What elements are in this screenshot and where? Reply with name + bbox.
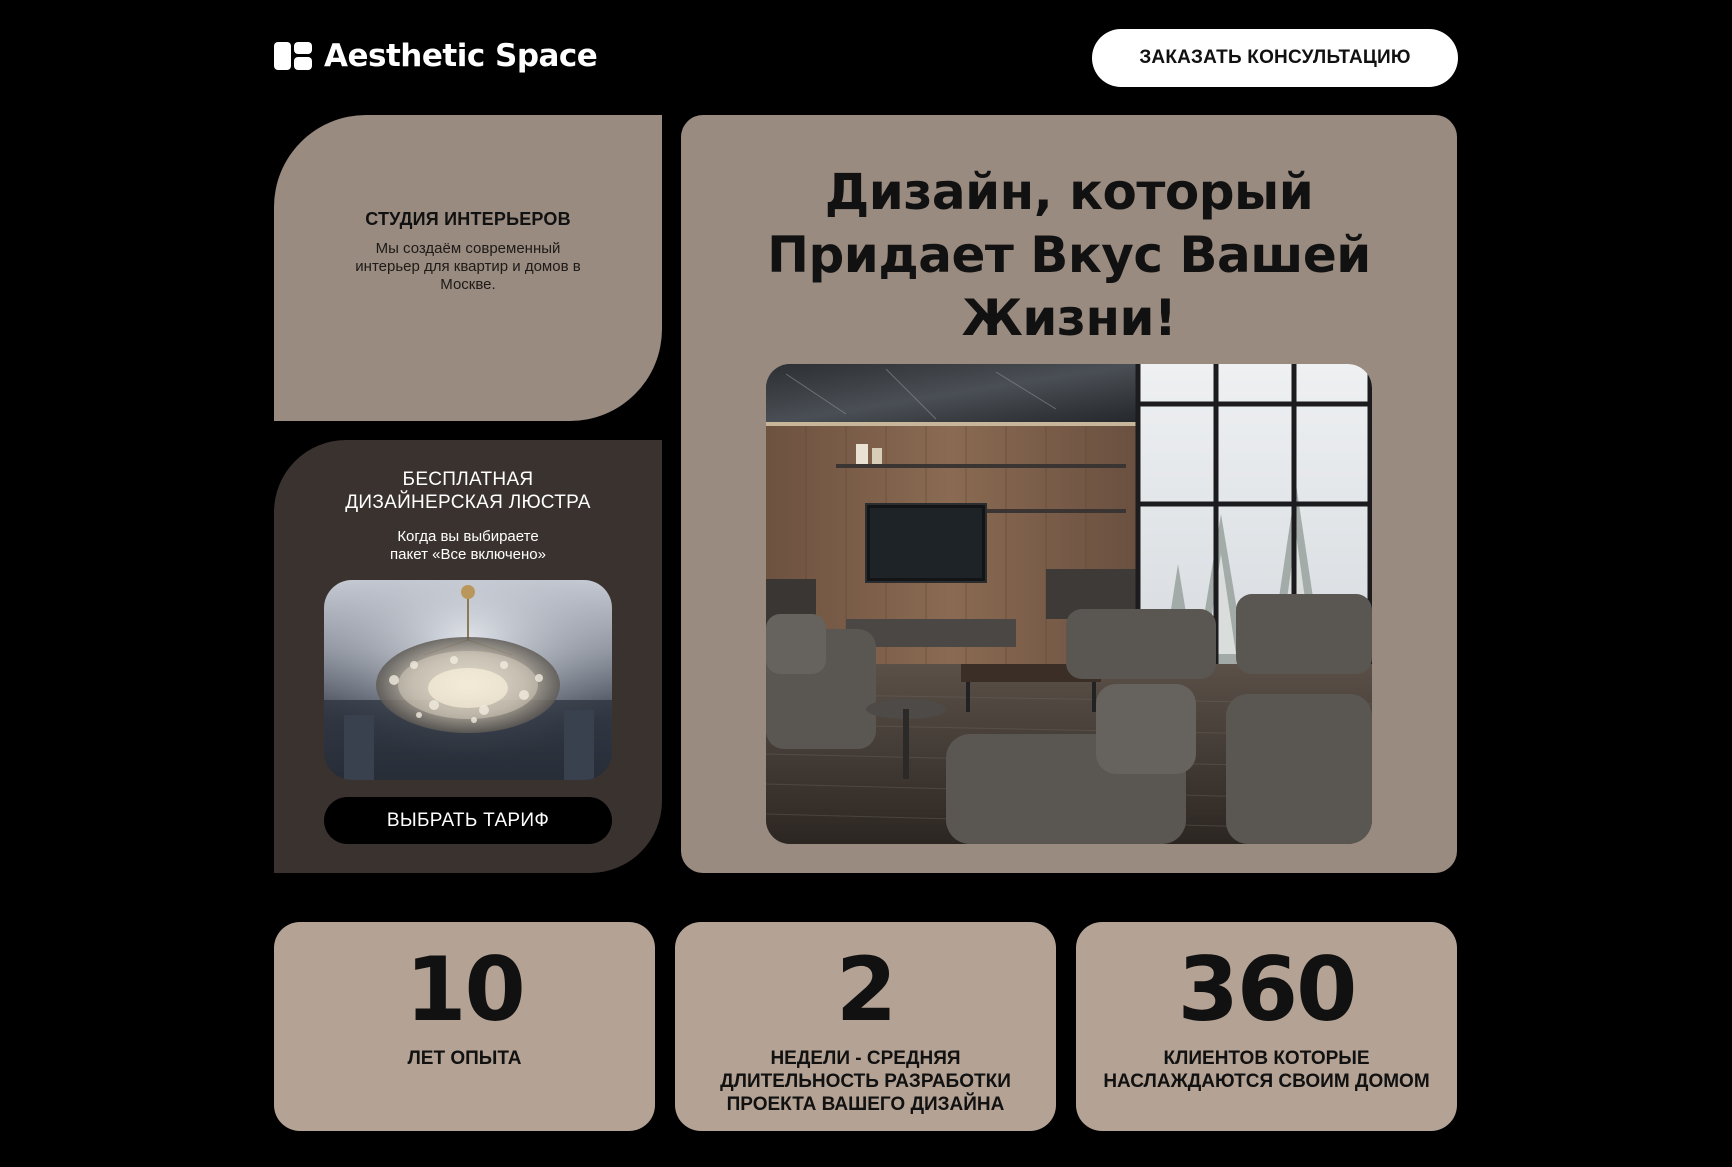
- stat-number: 360: [1177, 938, 1358, 1041]
- promo-title-line: ДИЗАЙНЕРСКАЯ ЛЮСТРА: [345, 492, 591, 513]
- stat-label: НЕДЕЛИ - СРЕДНЯЯ ДЛИТЕЛЬНОСТЬ РАЗРАБОТКИ…: [675, 1047, 1056, 1116]
- stat-label-line: ДЛИТЕЛЬНОСТЬ РАЗРАБОТКИ: [720, 1071, 1011, 1092]
- living-room-illustration: [766, 364, 1372, 844]
- hero-card: Дизайн, который Придает Вкус Вашей Жизни…: [681, 115, 1457, 873]
- choose-tariff-button[interactable]: ВЫБРАТЬ ТАРИФ: [324, 797, 612, 844]
- brand-name: Aesthetic Space: [324, 38, 598, 74]
- stat-label-line: ЛЕТ ОПЫТА: [407, 1048, 522, 1069]
- studio-title: СТУДИЯ ИНТЕРЬЕРОВ: [365, 208, 571, 229]
- stat-card-clients: 360 КЛИЕНТОВ КОТОРЫЕ НАСЛАЖДАЮТСЯ СВОИМ …: [1076, 922, 1457, 1131]
- hero-title-line: Придает Вкус Вашей: [767, 226, 1371, 284]
- stat-label-line: НАСЛАЖДАЮТСЯ СВОИМ ДОМОМ: [1103, 1071, 1430, 1092]
- chandelier-photo: [324, 580, 612, 780]
- stat-number: 10: [405, 938, 525, 1041]
- stat-label-line: КЛИЕНТОВ КОТОРЫЕ: [1163, 1048, 1370, 1069]
- living-room-photo: [766, 364, 1372, 844]
- order-consultation-button[interactable]: ЗАКАЗАТЬ КОНСУЛЬТАЦИЮ: [1092, 29, 1458, 87]
- hero-title: Дизайн, который Придает Вкус Вашей Жизни…: [681, 161, 1457, 350]
- stat-label-line: НЕДЕЛИ - СРЕДНЯЯ: [770, 1048, 961, 1069]
- chandelier-illustration: [324, 580, 612, 780]
- stat-card-duration: 2 НЕДЕЛИ - СРЕДНЯЯ ДЛИТЕЛЬНОСТЬ РАЗРАБОТ…: [675, 922, 1056, 1131]
- brand-logo[interactable]: Aesthetic Space: [274, 38, 598, 74]
- promo-description-line: Когда вы выбираете: [397, 528, 539, 545]
- promo-title-line: БЕСПЛАТНАЯ: [402, 469, 534, 490]
- studio-description: Мы создаём современный интерьер для квар…: [355, 239, 581, 293]
- studio-card: СТУДИЯ ИНТЕРЬЕРОВ Мы создаём современный…: [274, 115, 662, 421]
- promo-description-line: пакет «Все включено»: [390, 546, 546, 563]
- stat-number: 2: [835, 938, 897, 1041]
- hero-title-line: Дизайн, который: [824, 163, 1314, 221]
- hero-title-line: Жизни!: [961, 289, 1177, 347]
- promo-description: Когда вы выбираете пакет «Все включено»: [274, 528, 662, 564]
- promo-card: БЕСПЛАТНАЯ ДИЗАЙНЕРСКАЯ ЛЮСТРА Когда вы …: [274, 440, 662, 873]
- stat-label-line: ПРОЕКТА ВАШЕГО ДИЗАЙНА: [726, 1094, 1005, 1115]
- stat-label: ЛЕТ ОПЫТА: [274, 1047, 655, 1070]
- stat-label: КЛИЕНТОВ КОТОРЫЕ НАСЛАЖДАЮТСЯ СВОИМ ДОМО…: [1076, 1047, 1457, 1093]
- grid-blocks-icon: [274, 42, 312, 70]
- promo-title: БЕСПЛАТНАЯ ДИЗАЙНЕРСКАЯ ЛЮСТРА: [274, 468, 662, 514]
- stat-card-experience: 10 ЛЕТ ОПЫТА: [274, 922, 655, 1131]
